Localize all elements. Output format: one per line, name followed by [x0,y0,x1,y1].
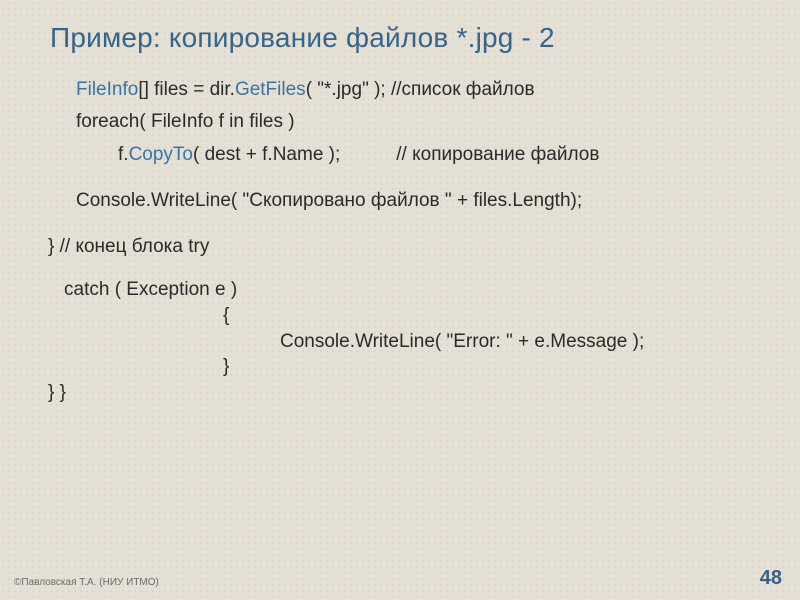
blank-line [48,171,770,185]
code-block: FileInfo[] files = dir.GetFiles( "*.jpg"… [48,74,770,406]
code-text: f. [118,144,129,165]
code-line-open-brace: { [48,303,770,329]
slide: Пример: копирование файлов *.jpg - 2 Fil… [0,0,800,600]
code-line-close-brace: } [48,354,770,380]
code-line-end: } } [48,380,770,406]
code-line-1: FileInfo[] files = dir.GetFiles( "*.jpg"… [48,74,770,106]
slide-title: Пример: копирование файлов *.jpg - 2 [50,22,555,54]
code-text: [] files = dir. [138,79,235,100]
code-text: ( dest + f.Name ); [193,144,340,165]
page-number: 48 [760,567,782,590]
type-fileinfo: FileInfo [76,79,138,100]
code-text: ( "*.jpg" ); //список файлов [306,79,535,100]
code-line-3: f.CopyTo( dest + f.Name ); // копирование… [48,139,770,171]
code-line-catch-body: Console.WriteLine( "Error: " + e.Message… [48,329,770,355]
blank-line [48,263,770,277]
code-line-5: } // конец блока try [48,231,770,263]
code-line-2: foreach( FileInfo f in files ) [48,106,770,138]
method-copyto: CopyTo [129,144,193,165]
method-getfiles: GetFiles [235,79,306,100]
footer-copyright: ©Павловская Т.А. (НИУ ИТМО) [14,577,159,588]
blank-line [48,217,770,231]
code-comment: // копирование файлов [396,144,599,165]
code-line-catch: catch ( Exception e ) [48,277,770,303]
code-line-4: Console.WriteLine( "Скопировано файлов "… [48,185,770,217]
